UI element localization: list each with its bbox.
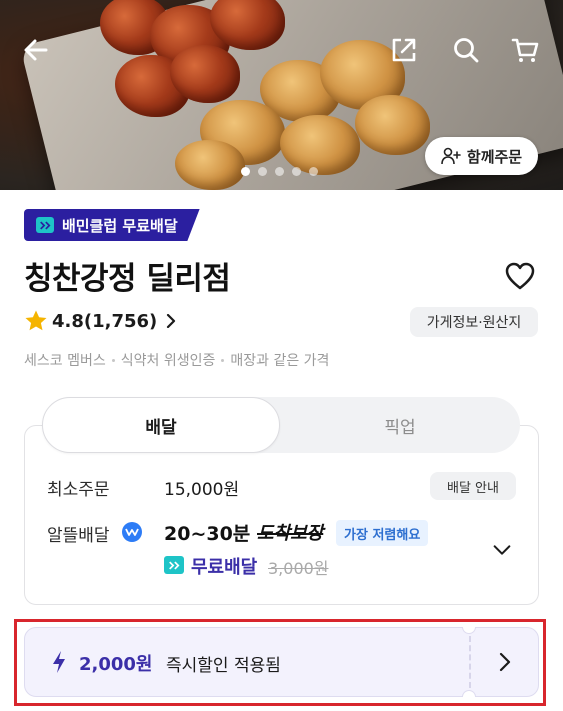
delivery-type-label: 알뜰배달 [47,526,110,546]
carousel-dot[interactable] [309,167,318,176]
certification-item: 매장과 같은 가격 [230,353,330,369]
carousel-dot[interactable] [258,167,267,176]
fried-chicken-piece [355,95,430,155]
search-button[interactable] [446,30,486,70]
separator-dot [221,358,225,362]
original-delivery-fee: 3,000원 [268,559,329,578]
arrow-left-icon [24,39,48,61]
delivery-guide-button[interactable]: 배달 안내 [430,472,516,500]
min-order-label: 최소주문 [47,480,110,500]
club-badge-label: 배민클럽 무료배달 [62,216,178,235]
heart-icon [505,262,535,290]
delivery-time: 20~30분 [164,523,251,545]
carousel-dot[interactable] [275,167,284,176]
glazed-chicken-piece [170,45,240,103]
image-carousel-dots [241,167,318,176]
carousel-dot[interactable] [241,167,250,176]
arrival-guarantee: 도착보장 [257,523,324,544]
rating-value: 4.8(1,756) [52,310,158,332]
wow-icon [122,522,142,542]
chevron-right-icon [161,314,177,328]
search-icon [454,38,479,63]
expand-delivery-button[interactable] [490,538,514,562]
store-hero-image[interactable]: 함께주문 [0,0,563,190]
order-type-tabs: 배달 픽업 [42,397,520,453]
chevron-down-icon [493,545,511,555]
certification-item: 세스코 멤버스 [24,353,106,369]
favorite-button[interactable] [500,256,540,296]
free-delivery-label: 무료배달 [191,557,258,578]
cheapest-tag: 가장 저렴해요 [336,520,429,546]
tab-delivery[interactable]: 배달 [42,397,280,453]
together-order-label: 함께주문 [466,147,523,166]
separator-dot [111,358,115,362]
baemin-club-logo-icon [164,556,184,574]
certification-item: 식약처 위생인증 [120,353,216,369]
carousel-dot[interactable] [292,167,301,176]
cart-button[interactable] [505,30,545,70]
certification-list: 세스코 멤버스 식약처 위생인증 매장과 같은 가격 [24,350,329,370]
tab-pickup[interactable]: 픽업 [280,397,520,453]
cart-icon [511,38,539,62]
together-order-button[interactable]: 함께주문 [425,137,538,175]
share-icon [392,38,416,62]
rating-link[interactable]: 4.8(1,756) [24,309,177,333]
back-button[interactable] [16,30,56,70]
add-person-icon [441,147,461,165]
min-order-value: 15,000원 [164,480,240,500]
share-button[interactable] [384,30,424,70]
star-icon [24,309,48,333]
baemin-club-logo-icon [36,217,54,233]
store-info-button[interactable]: 가게정보·원산지 [410,307,538,337]
baemin-club-badge: 배민클럽 무료배달 [24,209,200,241]
highlight-box [14,619,546,706]
fried-chicken-piece [175,140,245,190]
store-name: 칭찬강정 딜리점 [24,261,231,297]
